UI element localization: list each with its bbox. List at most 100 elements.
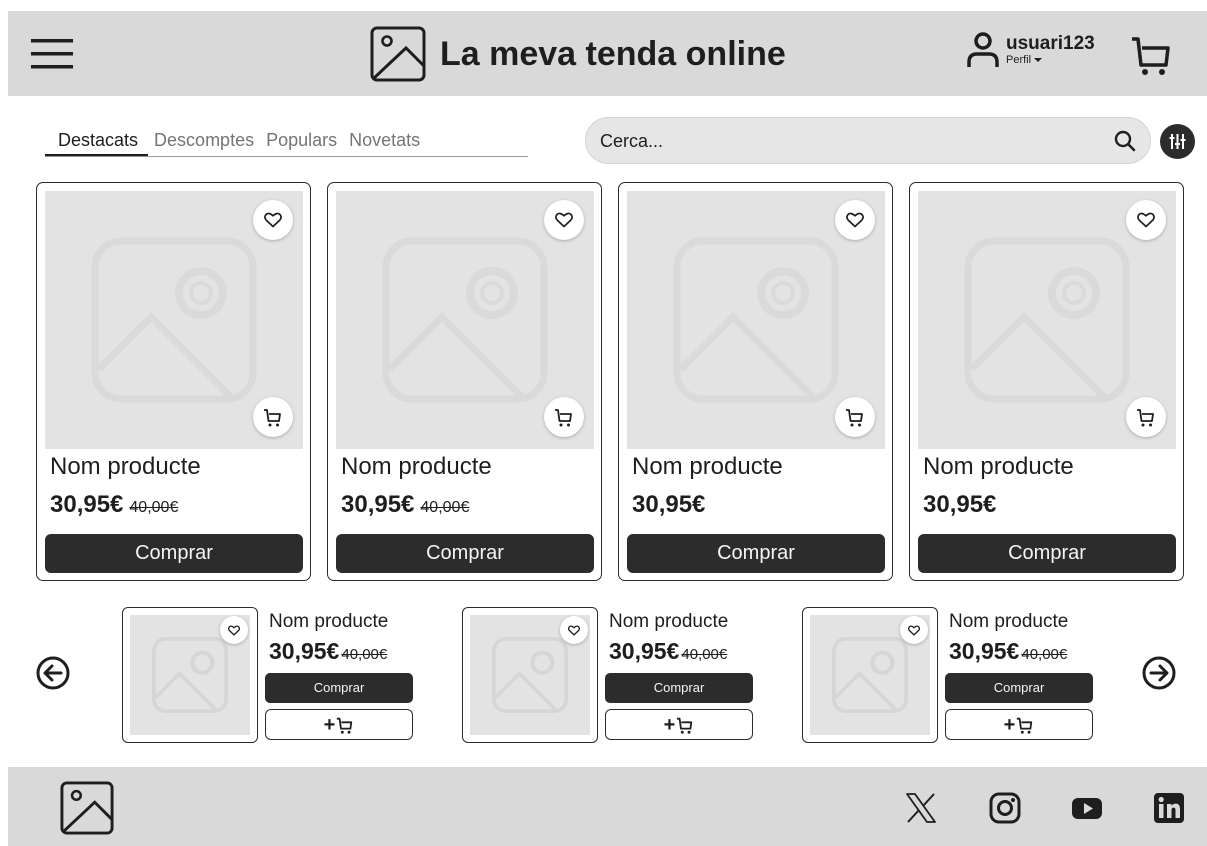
add-to-cart-button[interactable] [1126,397,1166,437]
cart-icon [337,717,353,734]
youtube-icon[interactable] [1070,791,1104,825]
sliders-icon [1169,134,1186,149]
product-card[interactable]: Nom producte 30,95€ Comprar [618,182,893,581]
product-card[interactable]: Nom producte 30,95€ 40,00€ Comprar [327,182,602,581]
image-placeholder-icon [673,237,839,403]
user-icon [967,32,999,67]
profile-dropdown[interactable]: Perfil [1006,55,1095,66]
tab-destacats[interactable]: Destacats [45,127,149,156]
arrow-left-icon[interactable] [36,656,70,690]
heart-icon [228,624,240,635]
tab-descomptes[interactable]: Descomptes [148,127,260,156]
buy-button[interactable]: Comprar [627,534,885,573]
product-image [802,607,938,743]
current-price: 30,95€ [341,491,415,518]
buy-button[interactable]: Comprar [918,534,1176,573]
linkedin-icon[interactable] [1152,791,1186,825]
add-label: + [323,713,336,736]
hamburger-menu-icon[interactable] [30,37,74,71]
brand[interactable]: La meva tenda online [370,25,786,83]
product-name: Nom producte [609,611,729,632]
favorite-button[interactable] [544,200,584,240]
cart-icon [1137,409,1154,427]
product-price: 30,95€ 40,00€ [269,638,387,665]
old-price: 40,00€ [681,646,728,663]
tab-novetats[interactable]: Novetats [343,127,426,156]
product-name: Nom producte [50,453,201,480]
cart-icon[interactable] [1128,31,1174,77]
product-price: 30,95€ 40,00€ [341,491,469,519]
buy-button[interactable]: Comprar [945,673,1093,703]
favorite-button[interactable] [253,200,293,240]
current-price: 30,95€ [632,491,706,518]
image-placeholder-icon [964,237,1130,403]
cart-icon [677,717,693,734]
buy-button[interactable]: Comprar [45,534,303,573]
image-placeholder-icon [152,637,228,713]
image-placeholder-icon [832,637,908,713]
image-placeholder-icon [382,237,548,403]
product-name: Nom producte [341,453,492,480]
heart-icon [555,212,573,228]
tab-populars[interactable]: Populars [260,127,343,156]
product-name: Nom producte [269,611,389,632]
instagram-icon[interactable] [988,791,1022,825]
heart-icon [846,212,864,228]
footer [8,767,1207,846]
buy-button[interactable]: Comprar [265,673,413,703]
product-card[interactable]: Nom producte 30,95€ 40,00€ Comprar [36,182,311,581]
current-price: 30,95€ [50,491,124,518]
carousel-item[interactable]: Nom producte 30,95€ 40,00€ Comprar + [802,607,1102,744]
add-to-cart-button[interactable] [253,397,293,437]
add-to-cart-button[interactable]: + [265,709,413,740]
old-price: 40,00€ [129,499,179,516]
category-tabs: Destacats Descomptes Populars Novetats [45,127,528,157]
current-price: 30,95€ [923,491,997,518]
search-bar [585,117,1151,164]
product-image [336,191,594,449]
carousel-item[interactable]: Nom producte 30,95€ 40,00€ Comprar + [122,607,422,744]
caret-down-icon [1034,58,1043,63]
favorite-button[interactable] [220,616,248,644]
add-to-cart-button[interactable] [835,397,875,437]
current-price: 30,95€ [269,638,340,664]
add-to-cart-button[interactable] [544,397,584,437]
current-price: 30,95€ [609,638,680,664]
product-price: 30,95€ [923,491,996,519]
carousel-item[interactable]: Nom producte 30,95€ 40,00€ Comprar + [462,607,762,744]
favorite-button[interactable] [835,200,875,240]
favorite-button[interactable] [900,616,928,644]
search-input[interactable] [600,128,1080,154]
product-image [45,191,303,449]
product-name: Nom producte [923,453,1074,480]
arrow-right-icon[interactable] [1142,656,1176,690]
cart-icon [1017,717,1033,734]
favorite-button[interactable] [1126,200,1166,240]
product-price: 30,95€ 40,00€ [50,491,178,519]
add-to-cart-button[interactable]: + [605,709,753,740]
heart-icon [264,212,282,228]
image-placeholder-icon [91,237,257,403]
add-to-cart-button[interactable]: + [945,709,1093,740]
store-title: La meva tenda online [440,34,786,73]
heart-icon [568,624,580,635]
filter-button[interactable] [1160,124,1195,159]
logo-image-icon [370,26,426,82]
product-name: Nom producte [632,453,783,480]
heart-icon [908,624,920,635]
product-card[interactable]: Nom producte 30,95€ Comprar [909,182,1184,581]
favorite-button[interactable] [560,616,588,644]
header: La meva tenda online usuari123 Perfil [8,11,1207,96]
product-price: 30,95€ [632,491,705,519]
buy-button[interactable]: Comprar [605,673,753,703]
buy-button[interactable]: Comprar [336,534,594,573]
heart-icon [1137,212,1155,228]
product-image [122,607,258,743]
x-icon[interactable] [904,791,938,825]
old-price: 40,00€ [420,499,470,516]
user-profile-menu[interactable]: usuari123 Perfil [966,31,1095,69]
search-icon[interactable] [1114,130,1136,152]
cart-icon [264,409,281,427]
product-image [918,191,1176,449]
add-label: + [663,713,676,736]
